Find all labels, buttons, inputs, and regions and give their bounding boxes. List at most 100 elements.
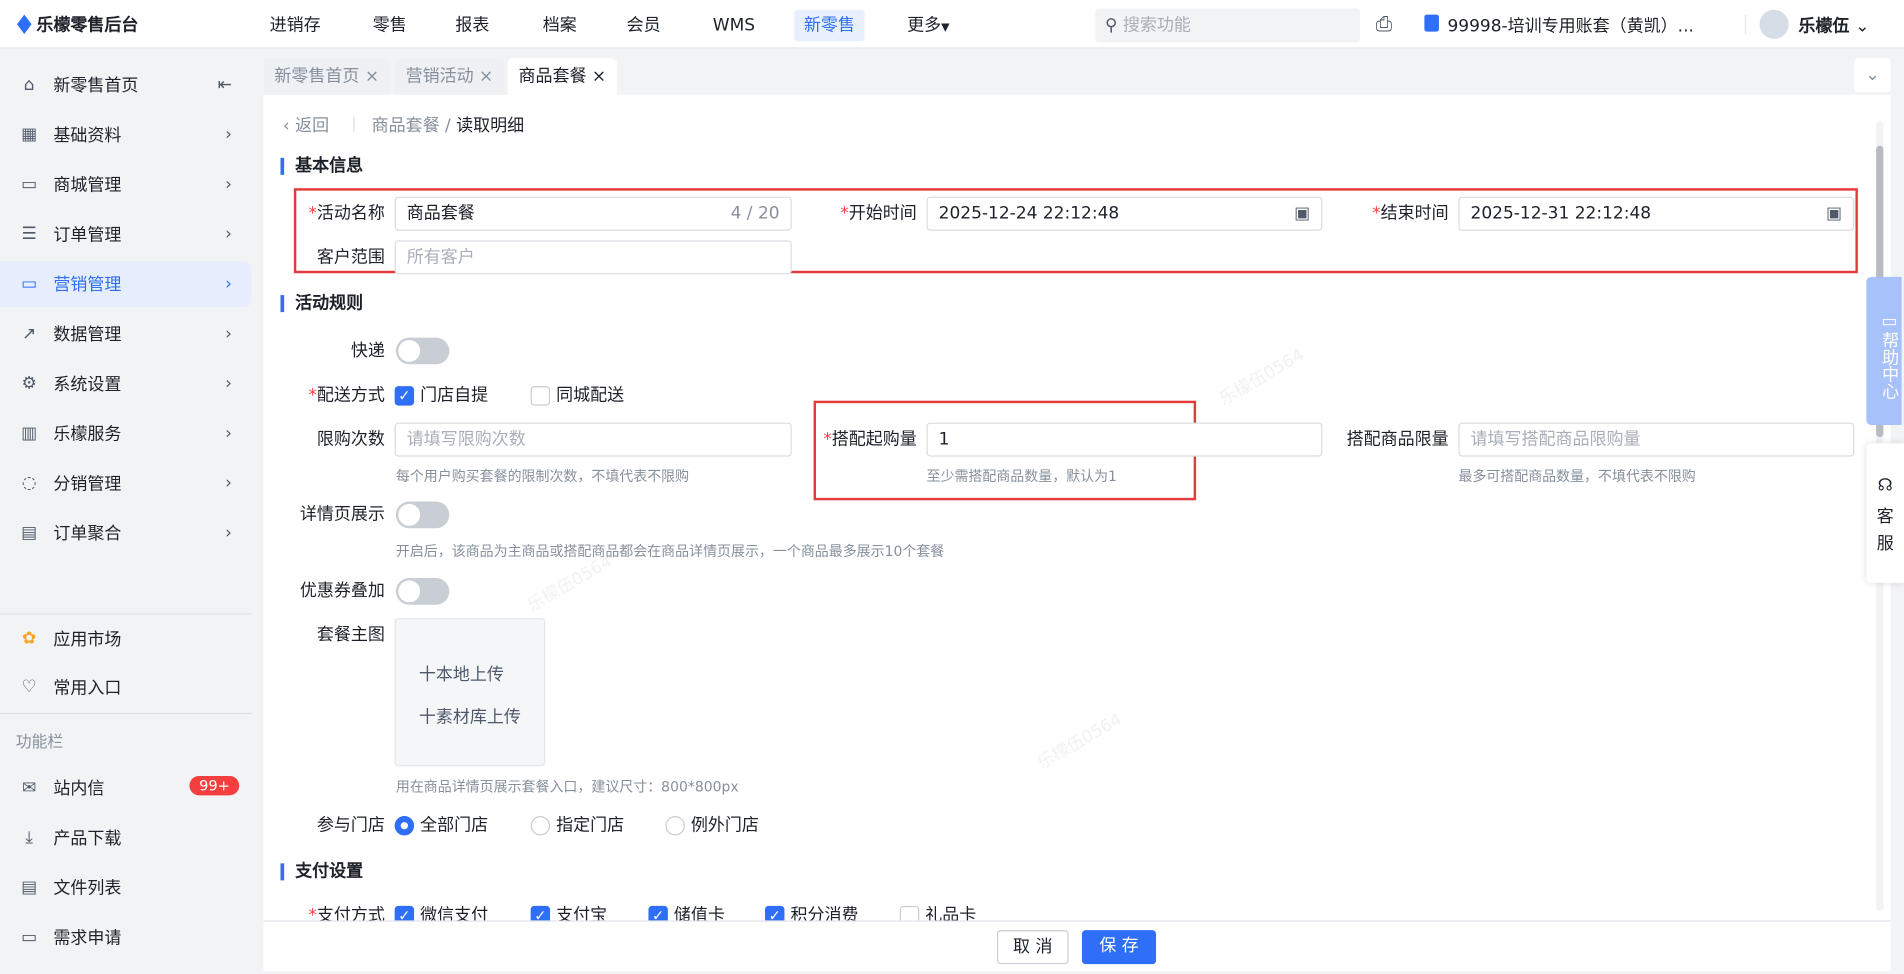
grid-icon: ▦ [21,125,38,145]
download-icon: ⤓ [25,828,33,848]
start-time-input[interactable]: 2025-12-24 22:12:48 ▣ [926,196,1323,231]
search-icon: ⚲ [1105,15,1118,36]
calendar-icon: ▣ [1294,204,1311,224]
activity-name-input[interactable]: 商品套餐 4 / 20 [394,196,792,231]
image-hint: 用在商品详情页展示套餐入口，建议尺寸：800*800px [395,778,739,796]
tabs-dropdown[interactable]: ⌄ [1854,58,1891,93]
all-stores-radio[interactable] [394,816,415,836]
upload-local-button[interactable]: 十本地上传 [419,662,504,686]
close-icon[interactable]: × [365,67,379,86]
nav-jxc[interactable]: 进销存 [260,10,330,42]
nav-retail[interactable]: 零售 [363,10,416,42]
sidebar-item-requests[interactable]: ▭ 需求申请 [0,914,251,960]
start-label: *开始时间 [840,204,917,224]
close-icon[interactable]: × [479,67,493,86]
chevron-right-icon: › [225,374,232,394]
purchase-limit-input[interactable]: 请填写限购次数 [394,422,792,457]
alipay-label: 支付宝 [556,905,608,921]
alipay-checkbox[interactable]: ✓ [530,905,551,921]
detail-hint: 开启后，该商品为主商品或搭配商品都会在商品详情页展示，一个商品最多展示10个套餐 [395,542,945,560]
cancel-button[interactable]: 取 消 [996,930,1069,965]
excluded-stores-radio[interactable] [665,816,685,836]
section-label: 功能栏 [15,733,64,752]
footer-bar [263,920,1891,972]
end-time-input[interactable]: 2025-12-31 22:12:48 ▣ [1458,196,1855,231]
detail-label: 详情页展示 [299,505,385,525]
coupon-toggle[interactable] [395,578,450,605]
image-label: 套餐主图 [316,625,385,645]
store-pickup-checkbox[interactable]: ✓ [394,386,415,406]
min-quantity-input[interactable]: 1 [926,422,1323,457]
gift-card-label: 礼品卡 [925,905,977,921]
app-market-icon: ✿ [22,629,37,649]
gift-card-checkbox[interactable] [899,905,920,921]
app-logo[interactable]: 乐檬零售后台 [17,12,138,36]
printer-icon[interactable]: ⎙ [1376,12,1393,36]
chevron-right-icon: › [225,125,232,145]
collapse-icon[interactable]: ⇤ [218,75,232,94]
breadcrumb-parent[interactable]: 商品套餐 [372,117,440,136]
nav-archive[interactable]: 档案 [533,10,586,42]
close-icon[interactable]: × [592,67,606,86]
sidebar-item-app-market[interactable]: ✿ 应用市场 [0,616,251,662]
avatar[interactable] [1759,9,1789,39]
stored-card-checkbox[interactable]: ✓ [648,905,668,921]
sidebar-item-marketing[interactable]: ▭ 营销管理 › [0,261,252,308]
help-center-button[interactable]: ▭帮助中心 [1866,276,1902,426]
customer-scope-input[interactable]: 所有客户 [394,240,792,275]
network-icon: ◌ [21,473,37,494]
detail-toggle[interactable] [395,501,450,529]
sidebar-item-mall[interactable]: ▭ 商城管理 › [0,162,251,208]
sidebar-item-service[interactable]: ▥ 乐檬服务 › [0,410,251,456]
sidebar-item-distribution[interactable]: ◌ 分销管理 › [0,460,251,506]
user-menu[interactable]: 乐檬伍 ⌄ [1798,13,1869,37]
express-toggle[interactable] [395,337,450,365]
points-checkbox[interactable]: ✓ [765,905,785,921]
sidebar-item-favorites[interactable]: ♡ 常用入口 [0,664,251,710]
end-label: *结束时间 [1372,204,1449,224]
sidebar-item-orders[interactable]: ☰ 订单管理 › [0,211,251,257]
sidebar-item-data[interactable]: ↗ 数据管理 › [0,311,251,357]
chevron-right-icon: › [225,324,232,344]
sidebar-item-order-aggregate[interactable]: ▤ 订单聚合 › [0,510,251,556]
nav-wms[interactable]: WMS [703,10,765,42]
sidebar-item-inbox[interactable]: ✉ 站内信 99+ [0,765,251,811]
section-payment: 支付设置 [280,863,363,881]
sidebar-item-settings[interactable]: ⚙ 系统设置 › [0,361,251,407]
search-input[interactable]: ⚲ 搜索功能 [1095,8,1361,43]
tab-bundle[interactable]: 商品套餐 × [507,58,618,95]
max-quantity-input[interactable]: 请填写搭配商品限购量 [1458,422,1855,457]
stored-card-label: 储值卡 [673,905,725,921]
coupon-label: 优惠券叠加 [299,581,385,602]
specified-stores-radio[interactable] [530,816,551,836]
nav-member[interactable]: 会员 [617,10,670,42]
back-link[interactable]: ‹ 返回 [283,113,329,137]
points-label: 积分消费 [790,905,859,921]
wechat-checkbox[interactable]: ✓ [394,905,415,921]
name-label: *活动名称 [308,204,385,224]
heart-icon: ♡ [21,677,37,698]
payment-label: *支付方式 [308,905,385,921]
sidebar-item-home[interactable]: ⌂ 新零售首页 ⇤ [0,62,251,108]
tab-marketing[interactable]: 营销活动 × [394,58,505,95]
file-list-icon: ▤ [21,877,38,898]
city-delivery-checkbox[interactable] [530,386,551,406]
tab-new-retail-home[interactable]: 新零售首页 × [263,58,391,95]
nav-new-retail[interactable]: 新零售 [794,9,865,42]
store-label: 参与门店 [316,816,385,836]
chevron-right-icon: › [225,224,232,245]
divider [0,613,252,615]
upload-library-button[interactable]: 十素材库上传 [419,704,521,728]
breadcrumb-current: 读取明细 [456,116,525,137]
account-selector[interactable]: 99998-培训专用账套（黄凯）... [1447,13,1693,37]
store-pickup-label: 门店自提 [420,386,489,406]
list-icon: ☰ [21,224,37,245]
save-button[interactable]: 保 存 [1081,930,1157,965]
nav-more[interactable]: 更多▼ [897,10,959,42]
sidebar-item-files[interactable]: ▤ 文件列表 [0,865,251,911]
sidebar-item-basic[interactable]: ▦ 基础资料 › [0,112,251,158]
customer-service-button[interactable]: ☊ 客服 [1866,443,1904,583]
nav-reports[interactable]: 报表 [446,10,499,42]
express-label: 快递 [350,341,385,361]
sidebar-item-download[interactable]: ⤓ 产品下载 [0,815,251,861]
